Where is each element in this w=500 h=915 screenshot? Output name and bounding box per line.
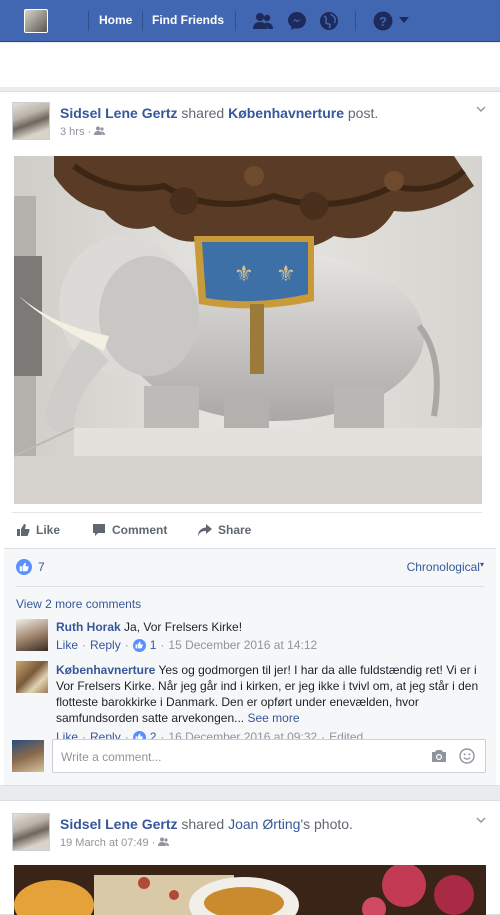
- view-more-comments-link[interactable]: View 2 more comments: [16, 597, 141, 611]
- share-icon: [198, 524, 212, 536]
- header-suffix: 's photo.: [300, 816, 353, 832]
- comment-composer: Write a comment...: [12, 739, 488, 775]
- comment-label: Comment: [112, 523, 168, 537]
- author-avatar[interactable]: [12, 102, 50, 140]
- current-user-avatar: [12, 740, 44, 772]
- comment-input-placeholder: Write a comment...: [61, 750, 162, 764]
- svg-text:⚜: ⚜: [234, 262, 254, 287]
- comments-section: 7 Chronological▾ View 2 more comments Ru…: [4, 548, 496, 785]
- comment-actions: Like · Reply · 1 · 15 December 2016 at 14:1…: [56, 638, 318, 652]
- post-meta: 3 hrs ·: [60, 126, 106, 138]
- comment-reply-link[interactable]: Reply: [90, 638, 121, 652]
- nav-separator: [88, 11, 89, 31]
- thumbs-up-icon: [17, 524, 30, 536]
- comment-like-count[interactable]: 1: [150, 638, 157, 652]
- nav-separator: [235, 11, 236, 31]
- comment-content: Vor Frelsers Kirke. Når jeg går ind i ki…: [56, 679, 479, 693]
- share-button[interactable]: Share: [198, 523, 251, 537]
- commenter-name-link[interactable]: Københavnerture: [56, 663, 155, 677]
- like-button[interactable]: Like: [16, 523, 60, 537]
- header-verb: shared: [181, 105, 225, 121]
- profile-avatar[interactable]: [24, 9, 48, 33]
- breakfast-table-image: [14, 865, 486, 915]
- friend-requests-icon[interactable]: [252, 10, 274, 32]
- comment-content: flotteste barokkirke i Danmark. Den er o…: [56, 695, 419, 709]
- post-photo[interactable]: ⚜ ⚜: [14, 156, 482, 504]
- post-header: Sidsel Lene Gertz shared Københavnerture…: [60, 105, 378, 121]
- post-photo[interactable]: [14, 865, 486, 915]
- feed-post: Sidsel Lene Gertz shared Joan Ørting's p…: [0, 800, 500, 915]
- nav-home-link[interactable]: Home: [99, 13, 132, 27]
- commenter-name-link[interactable]: Ruth Horak: [56, 620, 121, 634]
- like-label: Like: [36, 523, 61, 537]
- author-name-link[interactable]: Sidsel Lene Gertz: [60, 105, 177, 121]
- post-meta: 19 March at 07:49 ·: [60, 837, 170, 849]
- post-timestamp[interactable]: 19 March at 07:49: [60, 837, 149, 849]
- nav-separator: [355, 11, 356, 31]
- comment-content: Ja, Vor Frelsers Kirke!: [124, 620, 243, 634]
- chevron-down-icon[interactable]: [476, 106, 486, 112]
- caret-icon: ▾: [479, 560, 484, 569]
- camera-icon[interactable]: [431, 749, 447, 763]
- header-verb: post.: [347, 105, 379, 121]
- see-more-link[interactable]: See more: [247, 711, 299, 725]
- comment-like-link[interactable]: Like: [56, 638, 78, 652]
- feed-post: Sidsel Lene Gertz shared Københavnerture…: [0, 91, 500, 786]
- like-count: 7: [38, 560, 45, 574]
- elephant-sculpture-image: ⚜ ⚜: [14, 156, 482, 504]
- author-name-link[interactable]: Sidsel Lene Gertz: [60, 816, 177, 832]
- comment-icon: [93, 524, 105, 536]
- chevron-down-icon[interactable]: [476, 817, 486, 823]
- nav-find-friends-link[interactable]: Find Friends: [152, 13, 224, 27]
- post-action-bar: Like Comment Share: [12, 512, 482, 548]
- account-dropdown-icon[interactable]: [398, 14, 410, 26]
- comment-sort-dropdown[interactable]: Chronological▾: [407, 560, 484, 574]
- divider: [16, 586, 484, 587]
- reactions-summary[interactable]: 7: [16, 559, 45, 575]
- post-timestamp[interactable]: 3 hrs: [60, 126, 84, 138]
- shared-page-link[interactable]: Københavnerture: [228, 105, 344, 121]
- emoji-icon[interactable]: [459, 748, 475, 764]
- messenger-icon[interactable]: [286, 10, 308, 32]
- sort-label: Chronological: [406, 560, 480, 574]
- commenter-avatar[interactable]: [16, 619, 48, 651]
- header-verb: shared: [181, 816, 225, 832]
- nav-separator: [142, 11, 143, 31]
- share-label: Share: [218, 523, 252, 537]
- comment-input[interactable]: Write a comment...: [52, 739, 486, 773]
- commenter-avatar[interactable]: [16, 661, 48, 693]
- notifications-globe-icon[interactable]: [318, 10, 340, 32]
- photo-owner-link[interactable]: Joan Ørting: [228, 816, 300, 832]
- comment-text: Københavnerture Yes og godmorgen til jer…: [56, 662, 486, 726]
- like-reaction-icon: [132, 638, 146, 652]
- svg-text:?: ?: [379, 14, 387, 29]
- like-reaction-icon: [16, 559, 32, 575]
- comment-text: Ruth Horak Ja, Vor Frelsers Kirke!: [56, 619, 486, 635]
- comment-date[interactable]: 15 December 2016 at 14:12: [168, 638, 317, 652]
- comment-content: samfundsorden satte arvekongen...: [56, 711, 245, 725]
- comment-content: Yes og godmorgen til jer! I har da alle …: [158, 663, 477, 677]
- friends-icon[interactable]: [158, 837, 170, 846]
- composer-area: [0, 43, 500, 87]
- author-avatar[interactable]: [12, 813, 50, 851]
- svg-text:⚜: ⚜: [276, 262, 296, 287]
- post-header: Sidsel Lene Gertz shared Joan Ørting's p…: [60, 816, 353, 832]
- top-navigation-bar: Home Find Friends ?: [0, 0, 500, 42]
- friends-icon[interactable]: [94, 126, 106, 135]
- help-icon[interactable]: ?: [372, 10, 394, 32]
- comment-button[interactable]: Comment: [92, 523, 167, 537]
